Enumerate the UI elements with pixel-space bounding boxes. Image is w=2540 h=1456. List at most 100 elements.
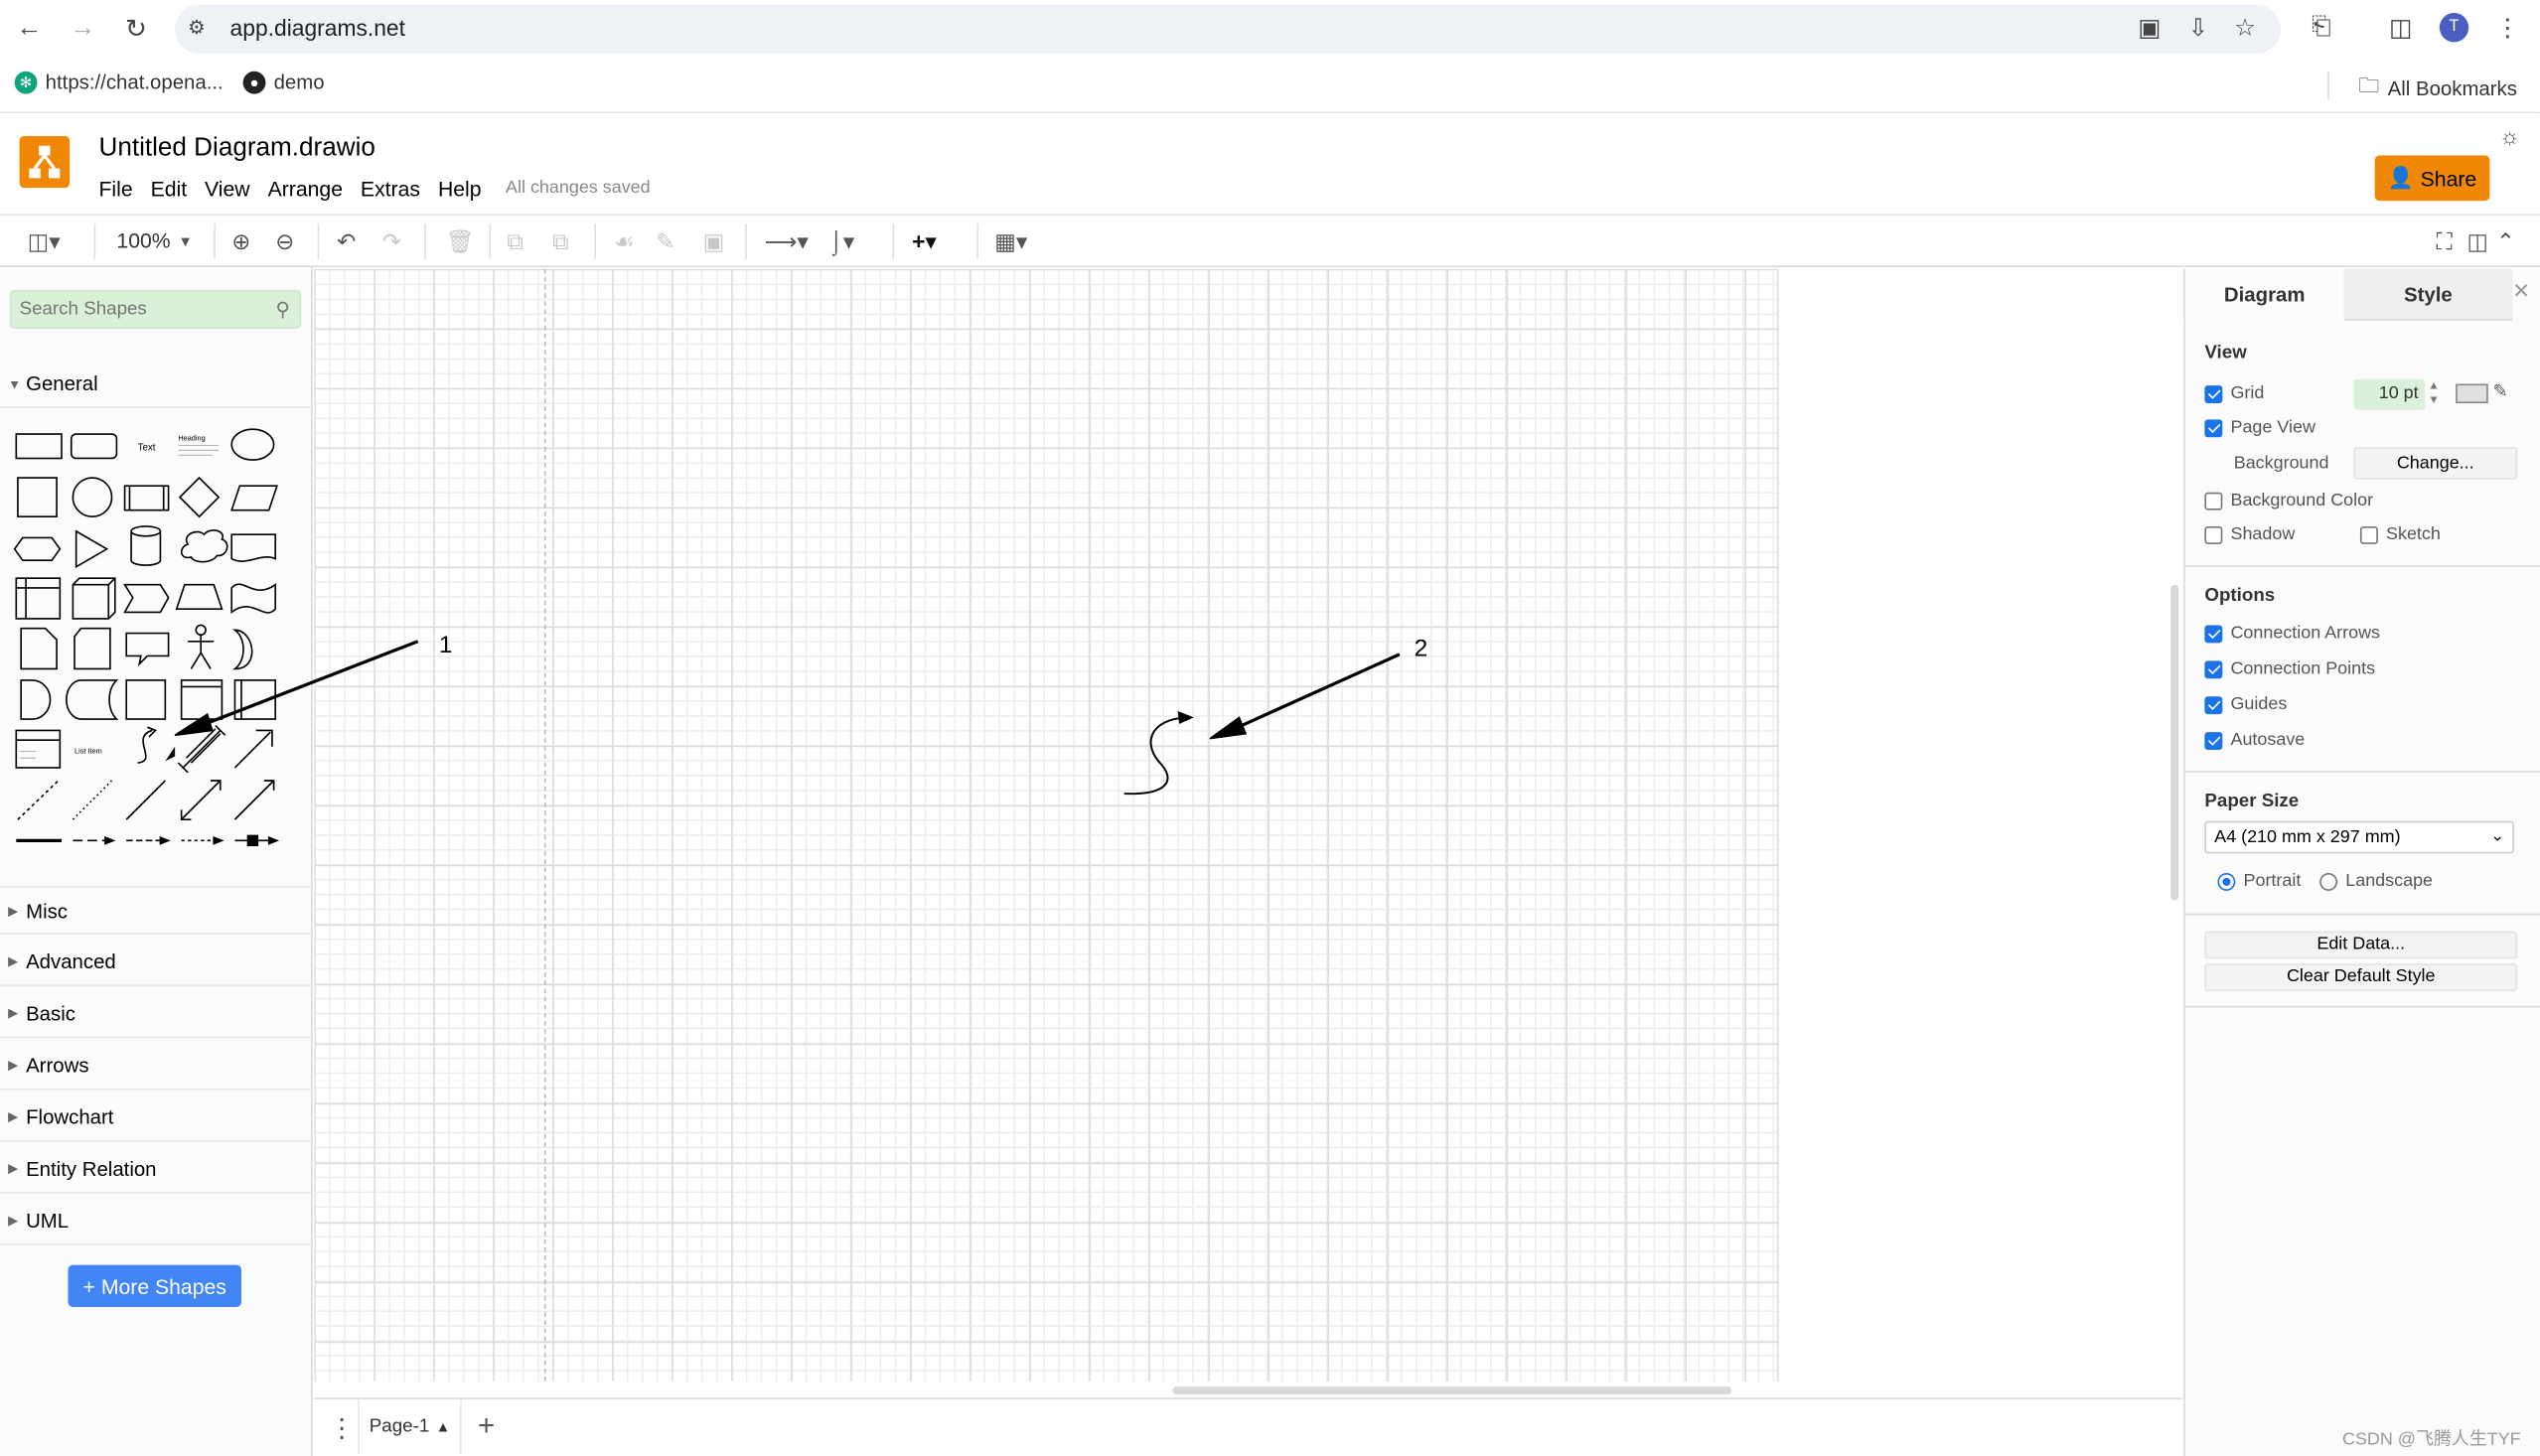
- share-button[interactable]: 👤 Share: [2374, 155, 2490, 202]
- paper-size-select[interactable]: A4 (210 mm x 297 mm) ⌄: [2204, 820, 2514, 854]
- delete-icon[interactable]: 🗑: [445, 226, 474, 255]
- to-back-icon[interactable]: ⧉: [552, 226, 568, 255]
- fill-color-icon[interactable]: ☙: [614, 226, 634, 255]
- connection-arrows-option[interactable]: Connection Arrows: [2204, 624, 2380, 643]
- autosave-checkbox[interactable]: [2204, 731, 2223, 750]
- close-icon[interactable]: ✕: [2512, 278, 2530, 304]
- diagram-canvas[interactable]: [314, 268, 2182, 1398]
- extensions-icon[interactable]: ⎗: [2305, 13, 2337, 41]
- menu-edit[interactable]: Edit: [151, 177, 188, 201]
- section-flowchart[interactable]: ▶ Flowchart: [0, 1093, 313, 1142]
- address-bar[interactable]: [175, 4, 2282, 54]
- zoom-level[interactable]: 100%: [116, 226, 170, 255]
- sketch-checkbox[interactable]: [2359, 525, 2378, 544]
- grid-option[interactable]: Grid: [2204, 383, 2264, 403]
- general-shapes-palette[interactable]: Text Heading List Item: [10, 421, 302, 858]
- table-icon[interactable]: ▦▾: [994, 226, 1027, 255]
- install-app-icon[interactable]: ▣: [2134, 13, 2166, 43]
- menu-help[interactable]: Help: [438, 177, 482, 201]
- tab-style[interactable]: Style: [2343, 268, 2513, 321]
- redo-icon[interactable]: ↷: [382, 226, 401, 255]
- pages-menu-icon[interactable]: ⋮: [329, 1412, 355, 1445]
- clear-default-style-button[interactable]: Clear Default Style: [2204, 963, 2518, 991]
- connection-points-option[interactable]: Connection Points: [2204, 659, 2375, 678]
- reload-icon[interactable]: ↻: [116, 10, 155, 49]
- insert-icon[interactable]: +▾: [912, 226, 937, 255]
- to-front-icon[interactable]: ⧉: [507, 226, 523, 255]
- side-panel-icon[interactable]: ◫: [2384, 13, 2417, 43]
- edit-color-icon[interactable]: ✎: [2493, 380, 2508, 402]
- back-icon[interactable]: ←: [10, 10, 49, 49]
- section-advanced[interactable]: ▶ Advanced: [0, 938, 313, 987]
- forward-icon[interactable]: →: [64, 10, 102, 49]
- format-panel-icon[interactable]: ◫▾: [28, 226, 61, 255]
- section-uml[interactable]: ▶ UML: [0, 1197, 313, 1246]
- section-arrows[interactable]: ▶ Arrows: [0, 1042, 313, 1091]
- grid-color-swatch[interactable]: [2456, 383, 2488, 404]
- section-basic[interactable]: ▶ Basic: [0, 989, 313, 1039]
- bookmark-demo[interactable]: ● demo: [242, 71, 325, 94]
- menu-file[interactable]: File: [98, 177, 132, 201]
- all-bookmarks[interactable]: 🗀 All Bookmarks: [2358, 72, 2517, 107]
- shadow-checkbox[interactable]: [2204, 525, 2223, 544]
- zoom-out-icon[interactable]: ⊖: [275, 226, 294, 255]
- search-input[interactable]: [11, 291, 255, 328]
- connection-arrows-checkbox[interactable]: [2204, 624, 2223, 643]
- background-color-checkbox[interactable]: [2204, 491, 2223, 510]
- format-toggle-icon[interactable]: ◫: [2467, 226, 2489, 255]
- menu-view[interactable]: View: [205, 177, 250, 201]
- site-settings-icon[interactable]: ⚙: [188, 16, 206, 39]
- page-tab-1[interactable]: Page-1 ▲: [358, 1398, 462, 1455]
- grid-size-input[interactable]: 10 pt: [2353, 378, 2426, 410]
- landscape-option[interactable]: Landscape: [2319, 871, 2433, 891]
- horizontal-scrollbar[interactable]: [1172, 1385, 1732, 1395]
- tab-diagram[interactable]: Diagram: [2184, 268, 2344, 321]
- guides-option[interactable]: Guides: [2204, 695, 2287, 714]
- connection-icon[interactable]: ⟶▾: [765, 226, 809, 255]
- page-view-checkbox[interactable]: [2204, 418, 2223, 437]
- grid-size-stepper[interactable]: ▲ ▼: [2428, 379, 2439, 408]
- menu-extras[interactable]: Extras: [361, 177, 420, 201]
- guides-checkbox[interactable]: [2204, 695, 2223, 714]
- background-color-option[interactable]: Background Color: [2204, 491, 2373, 510]
- add-page-icon[interactable]: +: [478, 1409, 495, 1443]
- more-shapes-button[interactable]: + More Shapes: [68, 1264, 241, 1307]
- profile-avatar[interactable]: T: [2439, 13, 2469, 43]
- search-shapes[interactable]: ⚲: [9, 289, 302, 330]
- section-misc[interactable]: ▶ Misc: [0, 885, 313, 935]
- download-page-icon[interactable]: ⇩: [2182, 13, 2215, 43]
- landscape-radio[interactable]: [2319, 872, 2338, 891]
- zoom-in-icon[interactable]: ⊕: [231, 226, 250, 255]
- line-color-icon[interactable]: ✎: [656, 226, 674, 255]
- page-view-option[interactable]: Page View: [2204, 418, 2316, 437]
- waypoints-icon[interactable]: ⌡▾: [829, 226, 854, 255]
- url-text[interactable]: app.diagrams.net: [230, 15, 405, 41]
- autosave-option[interactable]: Autosave: [2204, 730, 2305, 750]
- section-general[interactable]: ▼ General: [0, 360, 313, 408]
- collapse-icon[interactable]: ⌃: [2496, 226, 2515, 255]
- document-title[interactable]: Untitled Diagram.drawio: [98, 134, 374, 163]
- bookmark-star-icon[interactable]: ☆: [2229, 13, 2262, 43]
- connection-points-checkbox[interactable]: [2204, 659, 2223, 678]
- portrait-option[interactable]: Portrait: [2217, 871, 2301, 891]
- change-background-button[interactable]: Change...: [2353, 447, 2518, 480]
- save-status[interactable]: All changes saved: [506, 177, 651, 201]
- undo-icon[interactable]: ↶: [337, 226, 356, 255]
- search-icon[interactable]: ⚲: [276, 298, 290, 321]
- section-entity-relation[interactable]: ▶ Entity Relation: [0, 1145, 313, 1194]
- shadow-option[interactable]: Shadow: [2204, 524, 2295, 544]
- portrait-radio[interactable]: [2217, 872, 2236, 891]
- theme-icon[interactable]: ☼: [2499, 123, 2520, 149]
- shadow-icon[interactable]: ▣: [703, 226, 725, 255]
- grid-checkbox[interactable]: [2204, 384, 2223, 403]
- bookmark-chatgpt[interactable]: ✻ https://chat.opena...: [14, 71, 224, 94]
- chevron-up-icon[interactable]: ▲: [436, 1418, 451, 1434]
- vertical-scrollbar[interactable]: [2170, 584, 2179, 901]
- sketch-option[interactable]: Sketch: [2359, 524, 2441, 544]
- curved-connector-shape[interactable]: [1117, 706, 1214, 803]
- chevron-down-icon[interactable]: ▼: [178, 226, 193, 255]
- edit-data-button[interactable]: Edit Data...: [2204, 931, 2518, 959]
- more-menu-icon[interactable]: ⋮: [2491, 13, 2524, 43]
- menu-arrange[interactable]: Arrange: [268, 177, 343, 201]
- fullscreen-icon[interactable]: ⛶: [2437, 226, 2453, 255]
